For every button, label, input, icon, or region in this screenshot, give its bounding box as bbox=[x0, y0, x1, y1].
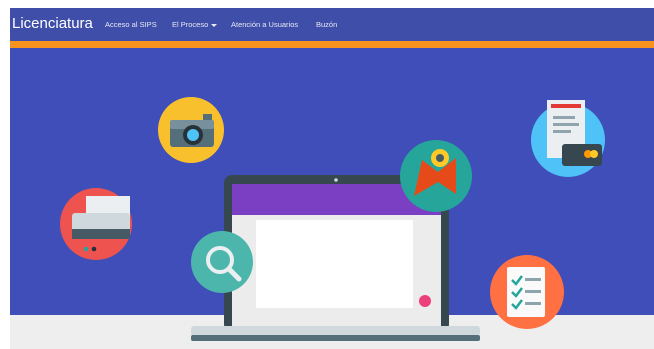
receipt-payment-icon bbox=[531, 100, 605, 177]
hero-illustration bbox=[60, 97, 605, 341]
page-frame: Licenciatura Acceso al SIPS El Proceso A… bbox=[10, 8, 654, 349]
checklist-icon bbox=[490, 255, 564, 329]
search-icon bbox=[191, 231, 253, 293]
camera-icon bbox=[158, 97, 224, 163]
map-pin-icon bbox=[400, 140, 472, 212]
printer-icon bbox=[60, 188, 132, 260]
